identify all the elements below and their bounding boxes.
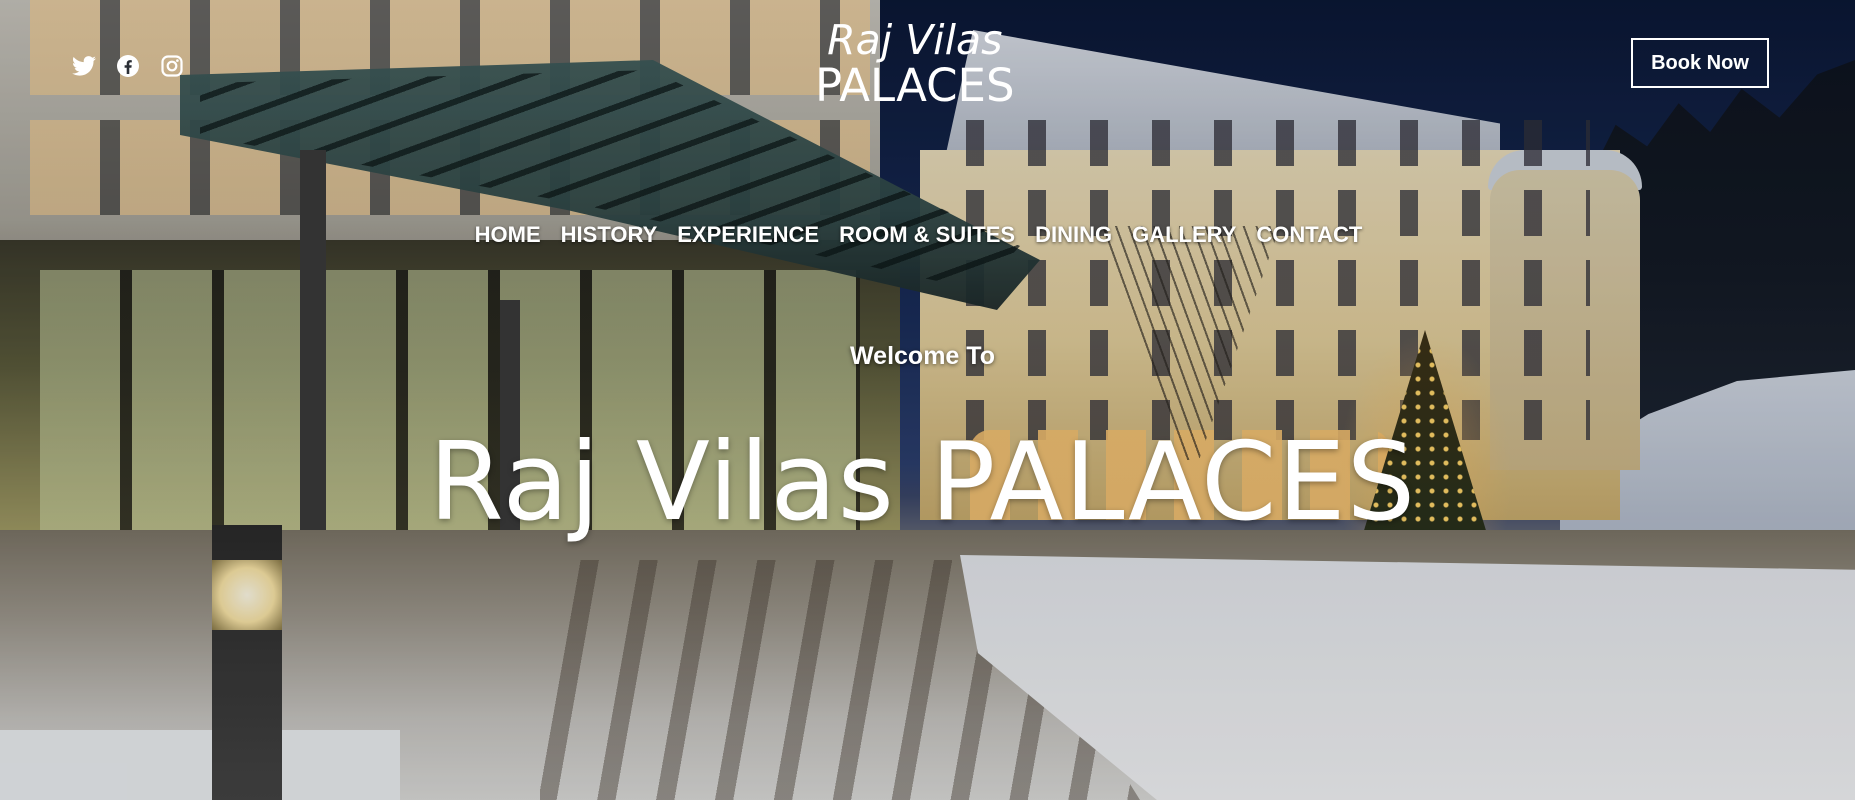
hero-background-image	[0, 0, 1855, 800]
nav-contact[interactable]: CONTACT	[1256, 222, 1362, 248]
nav-experience[interactable]: EXPERIENCE	[677, 222, 819, 248]
nav-dining[interactable]: DINING	[1035, 222, 1112, 248]
logo-line2: PALACES	[815, 59, 1015, 112]
hero-welcome-text: Welcome To	[850, 342, 995, 370]
twitter-icon[interactable]	[70, 52, 98, 80]
logo-line1: Raj Vilas	[827, 16, 1003, 64]
instagram-icon[interactable]	[158, 52, 186, 80]
main-nav: HOME HISTORY EXPERIENCE ROOM & SUITES DI…	[0, 222, 1846, 248]
nav-home[interactable]: HOME	[475, 222, 541, 248]
social-links	[70, 52, 186, 80]
nav-gallery[interactable]: GALLERY	[1132, 222, 1236, 248]
hero-title: Raj Vilas PALACES	[428, 420, 1417, 545]
nav-room-suites[interactable]: ROOM & SUITES	[839, 222, 1015, 248]
book-now-button[interactable]: Book Now	[1631, 38, 1769, 88]
site-logo[interactable]: Raj Vilas PALACES	[815, 16, 1015, 112]
facebook-icon[interactable]	[114, 52, 142, 80]
nav-history[interactable]: HISTORY	[561, 222, 658, 248]
image-overlay	[0, 0, 1855, 800]
